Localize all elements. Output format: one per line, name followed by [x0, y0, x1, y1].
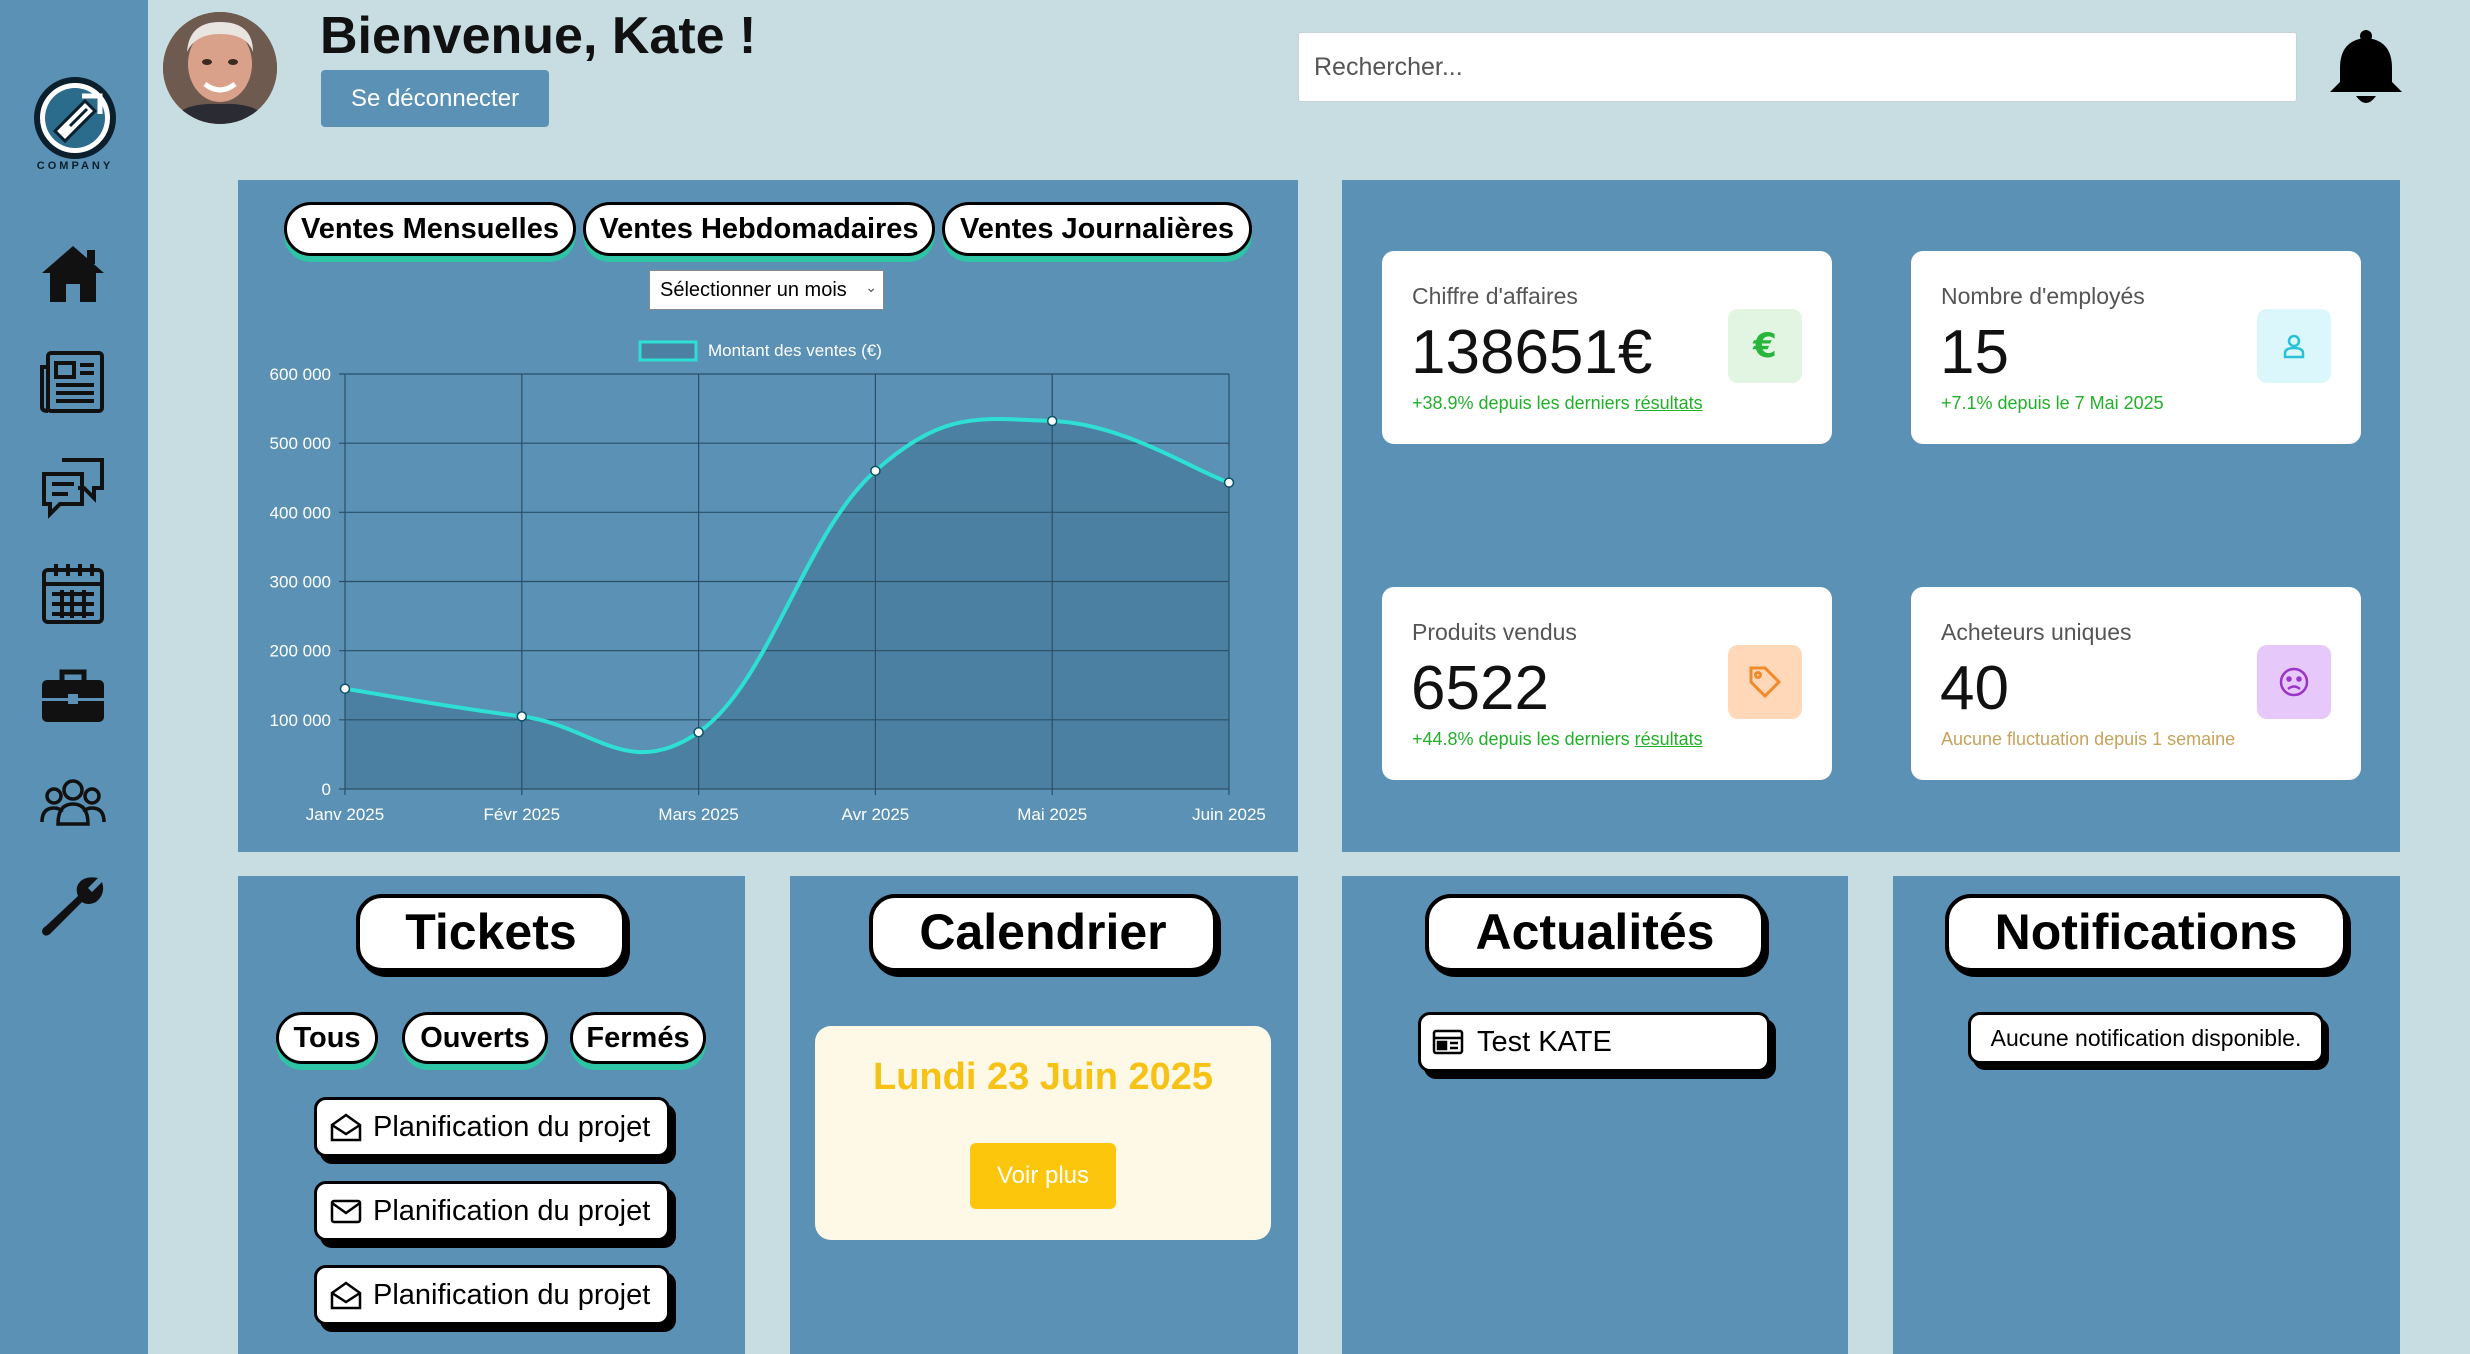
kpi-label: Chiffre d'affaires: [1412, 283, 1578, 309]
ticket-item[interactable]: Planification du projet: [314, 1181, 670, 1241]
data-point: [693, 727, 704, 738]
kpi-value: 15: [1940, 318, 2009, 387]
ticket-label: Planification du projet: [373, 1110, 651, 1143]
kpi-card-revenue: Chiffre d'affaires 138651€ +38.9% depuis…: [1382, 251, 1832, 444]
tag-icon: [1728, 645, 1802, 719]
kpi-label: Nombre d'employés: [1941, 283, 2145, 309]
y-tick-label: 600 000: [270, 365, 331, 384]
ticket-label: Planification du projet: [373, 1278, 651, 1311]
sales-chart-panel: Ventes Mensuelles Ventes Hebdomadaires V…: [238, 180, 1298, 852]
euro-icon: €: [1728, 309, 1802, 383]
kpi-change: +7.1% depuis le 7 Mai 2025: [1941, 393, 2164, 413]
users-icon[interactable]: [38, 768, 108, 838]
x-tick-label: Janv 2025: [306, 805, 384, 824]
filter-closed[interactable]: Fermés: [570, 1012, 706, 1064]
legend-swatch: [638, 340, 698, 362]
envelope-icon: [330, 1199, 362, 1224]
filter-all[interactable]: Tous: [276, 1012, 378, 1064]
kpi-value: 40: [1940, 654, 2009, 723]
y-tick-label: 200 000: [270, 642, 331, 661]
ticket-item[interactable]: Planification du projet: [314, 1097, 670, 1157]
kpi-change: Aucune fluctuation depuis 1 semaine: [1941, 729, 2236, 749]
kpi-label: Produits vendus: [1412, 619, 1577, 645]
x-tick-label: Févr 2025: [484, 805, 561, 824]
calendar-icon[interactable]: [38, 558, 108, 628]
notifications-title: Notifications: [1945, 894, 2347, 972]
y-tick-label: 500 000: [270, 434, 331, 453]
ticket-item[interactable]: Planification du projet: [314, 1265, 670, 1325]
envelope-open-icon: [330, 1281, 362, 1310]
notifications-panel: Notifications Aucune notification dispon…: [1893, 876, 2400, 1354]
x-tick-label: Avr 2025: [842, 805, 910, 824]
data-point: [516, 711, 528, 722]
sales-line-chart: 600 000 500 000 400 000 300 000 200 000 100 0…: [270, 340, 1266, 824]
tickets-title: Tickets: [356, 894, 626, 972]
kpi-change: +44.8% depuis les derniers résultats: [1412, 729, 1703, 749]
kpi-change: +38.9% depuis les derniers résultats: [1412, 393, 1703, 413]
kpi-card-unique-buyers: Acheteurs uniques 40 Aucune fluctuation …: [1911, 587, 2361, 780]
newspaper-icon: [1432, 1029, 1464, 1055]
envelope-open-icon: [330, 1113, 362, 1142]
y-tick-label: 0: [322, 780, 331, 799]
legend-label: Montant des ventes (€): [708, 341, 882, 360]
briefcase-icon[interactable]: [38, 662, 108, 732]
person-icon: [2257, 309, 2331, 383]
calendar-date: Lundi 23 Juin 2025: [873, 1056, 1213, 1098]
kpi-value: 138651€: [1411, 318, 1653, 387]
logout-button[interactable]: Se déconnecter: [321, 70, 549, 127]
svg-text:€: €: [1752, 326, 1777, 366]
calendar-card: Lundi 23 Juin 2025 Voir plus: [815, 1026, 1271, 1240]
y-tick-label: 300 000: [270, 573, 331, 592]
wrench-icon[interactable]: [38, 872, 108, 942]
logo-text: COMPANY: [36, 160, 114, 172]
kpi-panel: Chiffre d'affaires 138651€ +38.9% depuis…: [1342, 180, 2400, 852]
see-more-button[interactable]: Voir plus: [970, 1143, 1116, 1209]
chat-icon[interactable]: [38, 452, 108, 522]
news-panel: Actualités Test KATE: [1342, 876, 1848, 1354]
data-point: [1046, 415, 1058, 427]
search-input[interactable]: [1298, 32, 2297, 102]
sidebar: COMPANY: [0, 0, 148, 1354]
data-point: [1223, 477, 1235, 488]
x-tick-label: Mai 2025: [1017, 805, 1087, 824]
ticket-label: Planification du projet: [373, 1194, 651, 1227]
kpi-value: 6522: [1411, 654, 1549, 723]
welcome-title: Bienvenue, Kate !: [320, 7, 757, 65]
avatar[interactable]: [163, 12, 277, 124]
x-tick-label: Juin 2025: [1192, 805, 1266, 824]
sad-face-icon: [2257, 645, 2331, 719]
calendar-panel: Calendrier Lundi 23 Juin 2025 Voir plus: [790, 876, 1298, 1354]
bell-icon[interactable]: [2326, 28, 2406, 110]
home-icon[interactable]: [38, 240, 108, 310]
tickets-panel: Tickets Tous Ouverts Fermés Planificatio…: [238, 876, 745, 1354]
news-item[interactable]: Test KATE: [1418, 1012, 1770, 1072]
notification-empty: Aucune notification disponible.: [1968, 1012, 2324, 1064]
x-tick-label: Mars 2025: [658, 805, 738, 824]
data-point: [870, 465, 881, 477]
calendar-title: Calendrier: [869, 894, 1217, 972]
kpi-card-products-sold: Produits vendus 6522 +44.8% depuis les d…: [1382, 587, 1832, 780]
filter-open[interactable]: Ouverts: [402, 1012, 548, 1064]
data-point: [339, 683, 351, 694]
kpi-label: Acheteurs uniques: [1941, 619, 2132, 645]
newspaper-icon[interactable]: [38, 347, 108, 417]
kpi-card-employees: Nombre d'employés 15 +7.1% depuis le 7 M…: [1911, 251, 2361, 444]
y-tick-label: 400 000: [270, 503, 331, 522]
y-tick-label: 100 000: [270, 711, 331, 730]
company-logo[interactable]: COMPANY: [30, 76, 120, 176]
news-title: Actualités: [1425, 894, 1765, 972]
news-label: Test KATE: [1477, 1025, 1612, 1058]
